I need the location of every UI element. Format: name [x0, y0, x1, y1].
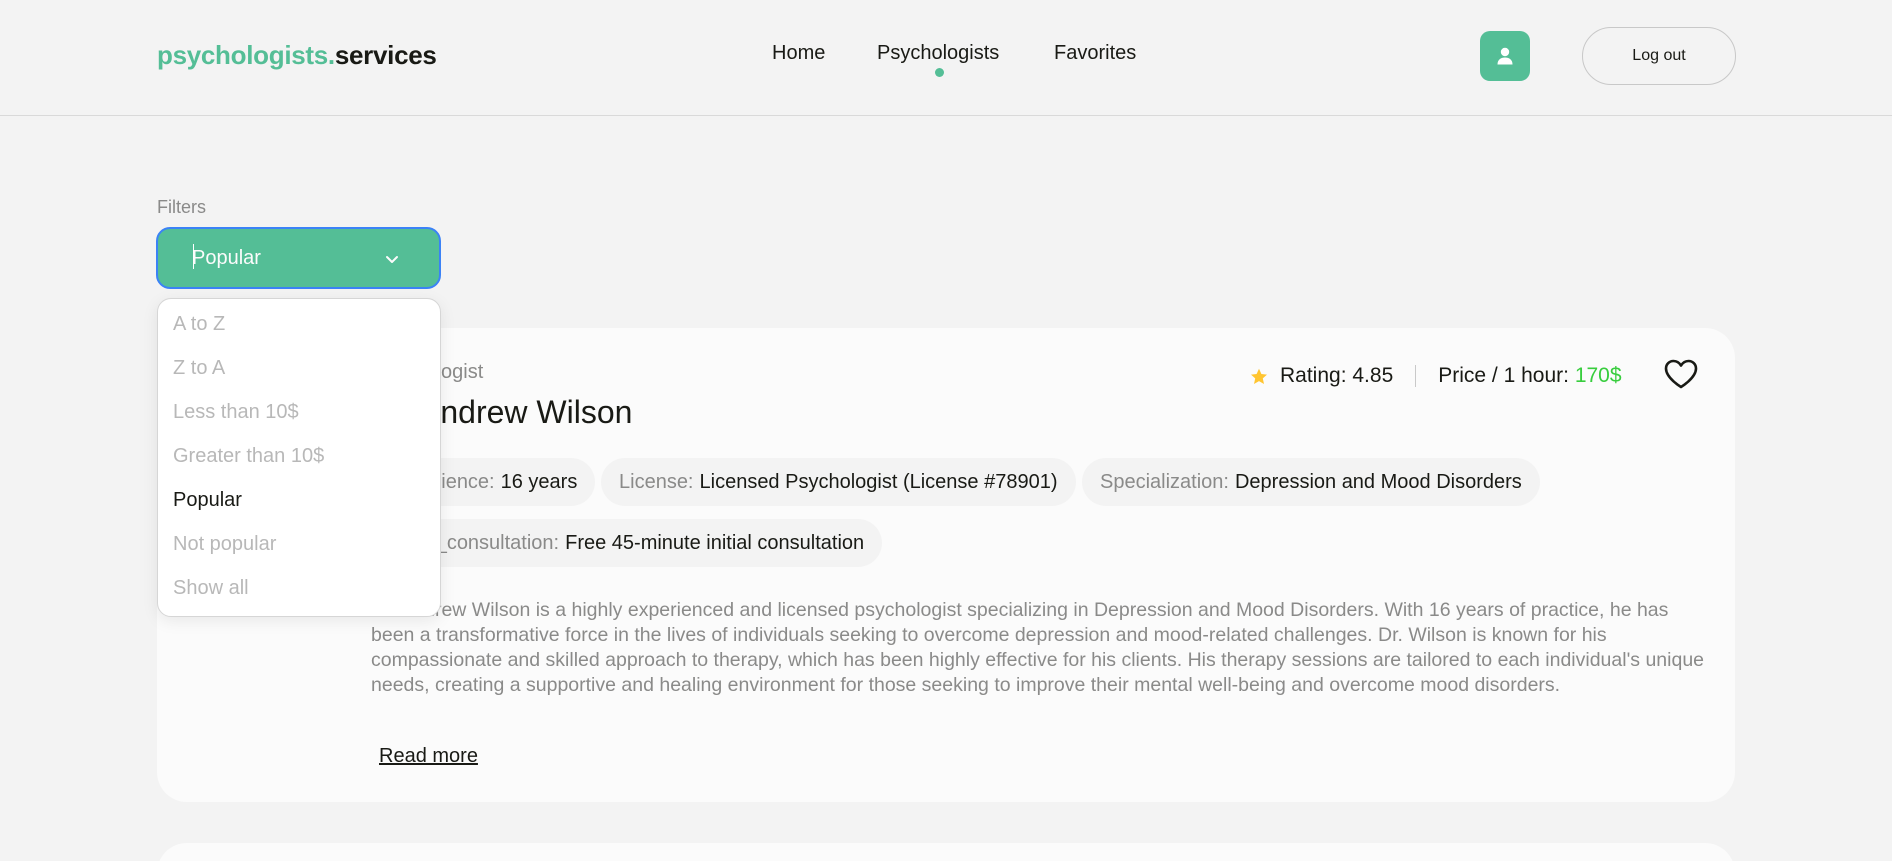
filter-option-a-to-z[interactable]: A to Z	[173, 313, 225, 336]
rating-price: Rating: 4.85 Price / 1 hour: 170$	[1250, 364, 1622, 388]
read-more-link[interactable]: Read more	[379, 745, 478, 768]
chip-value: Depression and Mood Disorders	[1234, 470, 1522, 493]
filter-option-not-popular[interactable]: Not popular	[173, 533, 276, 556]
nav-psychologists[interactable]: Psychologists	[877, 42, 999, 65]
nav-active-indicator	[935, 68, 944, 77]
logo-brand: psychologists	[157, 40, 328, 70]
psychologist-description: Dr. Andrew Wilson is a highly experience…	[371, 599, 1705, 696]
filter-dropdown-menu: A to Z Z to A Less than 10$ Greater than…	[157, 298, 441, 617]
chip-license: License: Licensed Psychologist (License …	[601, 458, 1076, 506]
filter-select[interactable]: Popular	[156, 227, 441, 289]
chip-value: Free 45-minute initial consultation	[565, 531, 865, 554]
logo-tld: services	[334, 40, 437, 70]
chevron-down-icon	[386, 256, 398, 263]
price-value: 170$	[1574, 364, 1622, 387]
filter-select-value: Popular	[192, 247, 261, 269]
rating-text: Rating: 4.85	[1280, 364, 1394, 387]
filter-option-greater-than-10[interactable]: Greater than 10$	[173, 445, 324, 468]
chip-value: 16 years	[500, 470, 578, 493]
heart-icon	[1664, 359, 1698, 389]
nav-favorites[interactable]: Favorites	[1054, 42, 1136, 65]
chip-key: Specialization:	[1100, 470, 1229, 493]
logo-dot: .	[327, 40, 335, 70]
price-label: Price / 1 hour:	[1438, 364, 1569, 387]
psychologist-card-next	[157, 843, 1735, 861]
filters-label: Filters	[157, 197, 206, 217]
chip-consultation: Initial_consultation: Free 45-minute ini…	[371, 519, 883, 567]
user-button[interactable]	[1480, 31, 1530, 81]
nav-home[interactable]: Home	[772, 42, 825, 65]
logo[interactable]: psychologists.services	[157, 40, 437, 71]
chip-value: Licensed Psychologist (License #78901)	[699, 470, 1058, 493]
divider	[1415, 365, 1417, 387]
filter-option-less-than-10[interactable]: Less than 10$	[173, 401, 299, 424]
filter-option-z-to-a[interactable]: Z to A	[173, 357, 225, 380]
filter-option-popular[interactable]: Popular	[173, 489, 242, 512]
user-icon	[1497, 47, 1513, 65]
header: psychologists.services Home Psychologist…	[0, 0, 1892, 116]
favorite-button[interactable]	[1664, 359, 1698, 394]
chip-key: License:	[619, 470, 694, 493]
star-icon	[1250, 368, 1268, 385]
logout-button[interactable]: Log out	[1582, 27, 1736, 85]
chip-specialization: Specialization: Depression and Mood Diso…	[1082, 458, 1540, 506]
filter-option-show-all[interactable]: Show all	[173, 577, 249, 600]
